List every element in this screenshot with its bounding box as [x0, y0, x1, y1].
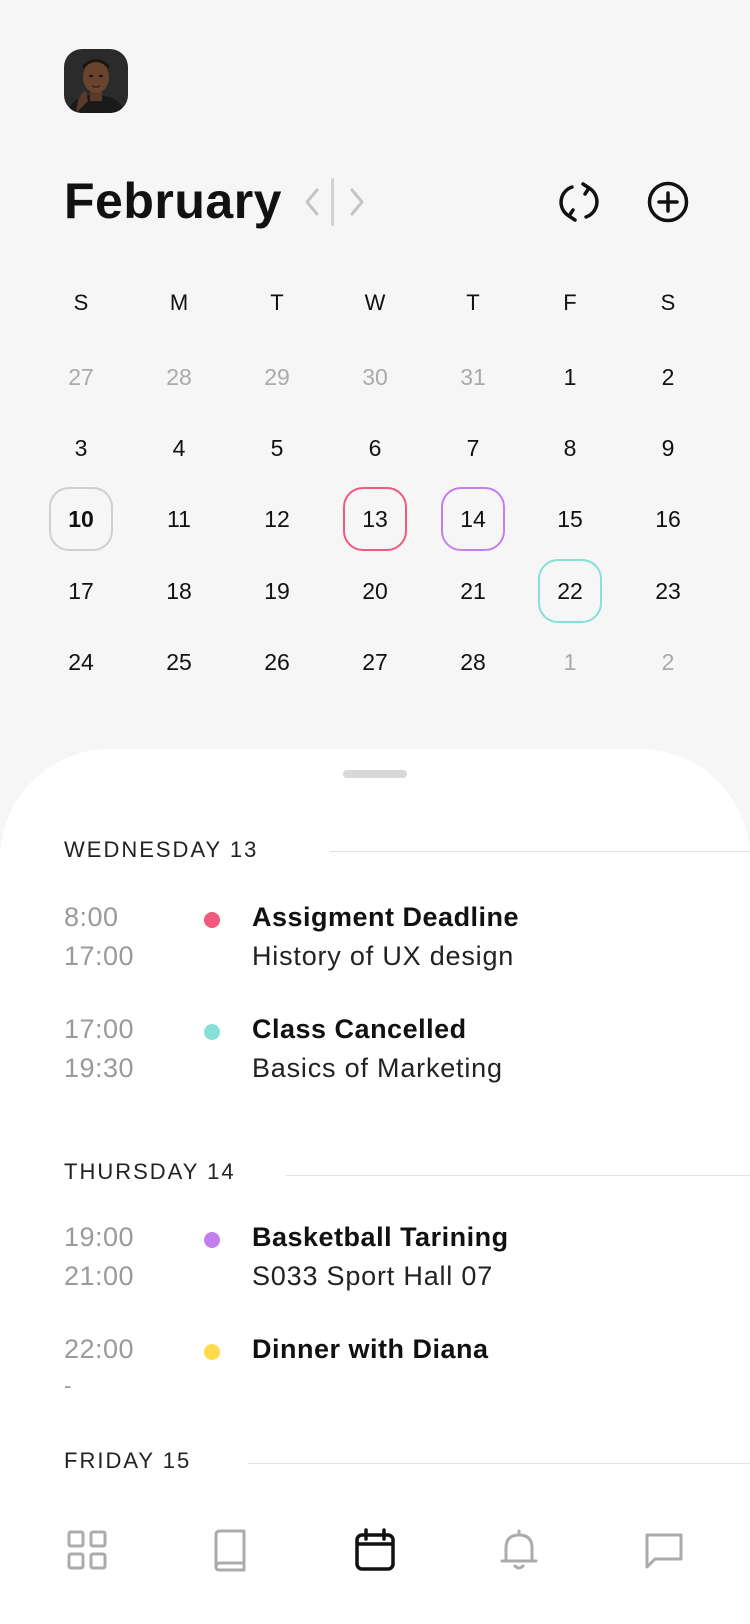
chevron-left-icon[interactable]	[300, 182, 324, 222]
calendar-day[interactable]: 28	[147, 345, 211, 409]
chevron-right-icon[interactable]	[345, 182, 369, 222]
nav-divider	[331, 178, 334, 226]
weekday-label: T	[270, 290, 284, 315]
event-end-time: 17:00	[64, 941, 135, 971]
event-subtitle: Basics of Marketing	[252, 1053, 503, 1083]
event-title[interactable]: Dinner with Diana	[252, 1334, 489, 1365]
event-color-dot	[204, 912, 220, 928]
event-start-time: 22:00	[64, 1334, 135, 1364]
agenda-sheet	[0, 749, 750, 1624]
calendar-day[interactable]: 2	[636, 345, 700, 409]
event-start-time: 17:00	[64, 1014, 135, 1044]
calendar-day[interactable]: 7	[441, 416, 505, 480]
calendar-day[interactable]: 2	[636, 630, 700, 694]
section-divider	[248, 1463, 750, 1464]
calendar-day[interactable]: 20	[343, 559, 407, 623]
calendar-day[interactable]: 15	[538, 487, 602, 551]
section-divider	[330, 851, 750, 852]
calendar-day[interactable]: 18	[147, 559, 211, 623]
month-title: February	[64, 173, 282, 229]
calendar-day[interactable]: 11	[147, 487, 211, 551]
calendar-day[interactable]: 3	[49, 416, 113, 480]
weekday-label: S	[73, 290, 89, 315]
weekday-label: T	[466, 290, 480, 315]
weekday-label: M	[169, 290, 189, 315]
calendar-day[interactable]: 31	[441, 345, 505, 409]
calendar-day[interactable]: 1	[538, 630, 602, 694]
sync-icon[interactable]	[556, 179, 602, 225]
avatar[interactable]	[64, 49, 128, 113]
calendar-day[interactable]: 19	[245, 559, 309, 623]
weekday-label: F	[563, 290, 577, 315]
event-end-time: -	[64, 1373, 72, 1398]
calendar-day[interactable]: 13	[343, 487, 407, 551]
calendar-day[interactable]: 23	[636, 559, 700, 623]
chat-icon[interactable]	[641, 1527, 687, 1573]
calendar-day[interactable]: 8	[538, 416, 602, 480]
calendar-day[interactable]: 22	[538, 559, 602, 623]
calendar-day[interactable]: 6	[343, 416, 407, 480]
calendar-day[interactable]: 25	[147, 630, 211, 694]
calendar-day[interactable]: 21	[441, 559, 505, 623]
calendar-day[interactable]: 26	[245, 630, 309, 694]
section-title-wednesday: WEDNESDAY 13	[64, 837, 259, 862]
event-color-dot	[204, 1232, 220, 1248]
calendar-day[interactable]: 9	[636, 416, 700, 480]
event-title[interactable]: Assigment Deadline	[252, 902, 519, 933]
calendar-day[interactable]: 24	[49, 630, 113, 694]
event-title[interactable]: Basketball Tarining	[252, 1222, 509, 1253]
event-color-dot	[204, 1344, 220, 1360]
event-subtitle: History of UX design	[252, 941, 515, 971]
weekday-label: W	[364, 290, 386, 315]
calendar-day[interactable]: 30	[343, 345, 407, 409]
bell-icon[interactable]	[496, 1527, 542, 1573]
calendar-day[interactable]: 14	[441, 487, 505, 551]
section-title-thursday: THURSDAY 14	[64, 1159, 236, 1184]
calendar-day[interactable]: 12	[245, 487, 309, 551]
calendar-day[interactable]: 5	[245, 416, 309, 480]
calendar-day[interactable]: 27	[343, 630, 407, 694]
calendar-day[interactable]: 17	[49, 559, 113, 623]
sheet-grabber[interactable]	[343, 770, 407, 778]
event-end-time: 21:00	[64, 1261, 135, 1291]
calendar-day[interactable]: 16	[636, 487, 700, 551]
section-title-friday: FRIDAY 15	[64, 1448, 192, 1473]
calendar-day[interactable]: 4	[147, 416, 211, 480]
event-start-time: 19:00	[64, 1222, 135, 1252]
event-end-time: 19:30	[64, 1053, 135, 1083]
calendar-icon[interactable]	[352, 1527, 398, 1573]
calendar-day[interactable]: 1	[538, 345, 602, 409]
calendar-day[interactable]: 27	[49, 345, 113, 409]
event-title[interactable]: Class Cancelled	[252, 1014, 467, 1045]
calendar-day-today[interactable]: 10	[49, 487, 113, 551]
add-circle-icon[interactable]	[645, 179, 691, 225]
event-color-dot	[204, 1024, 220, 1040]
book-icon[interactable]	[207, 1527, 253, 1573]
calendar-day[interactable]: 28	[441, 630, 505, 694]
event-subtitle: S033 Sport Hall 07	[252, 1261, 494, 1291]
event-start-time: 8:00	[64, 902, 119, 932]
weekday-label: S	[660, 290, 676, 315]
grid-icon[interactable]	[64, 1527, 110, 1573]
section-divider	[286, 1175, 750, 1176]
calendar-day[interactable]: 29	[245, 345, 309, 409]
